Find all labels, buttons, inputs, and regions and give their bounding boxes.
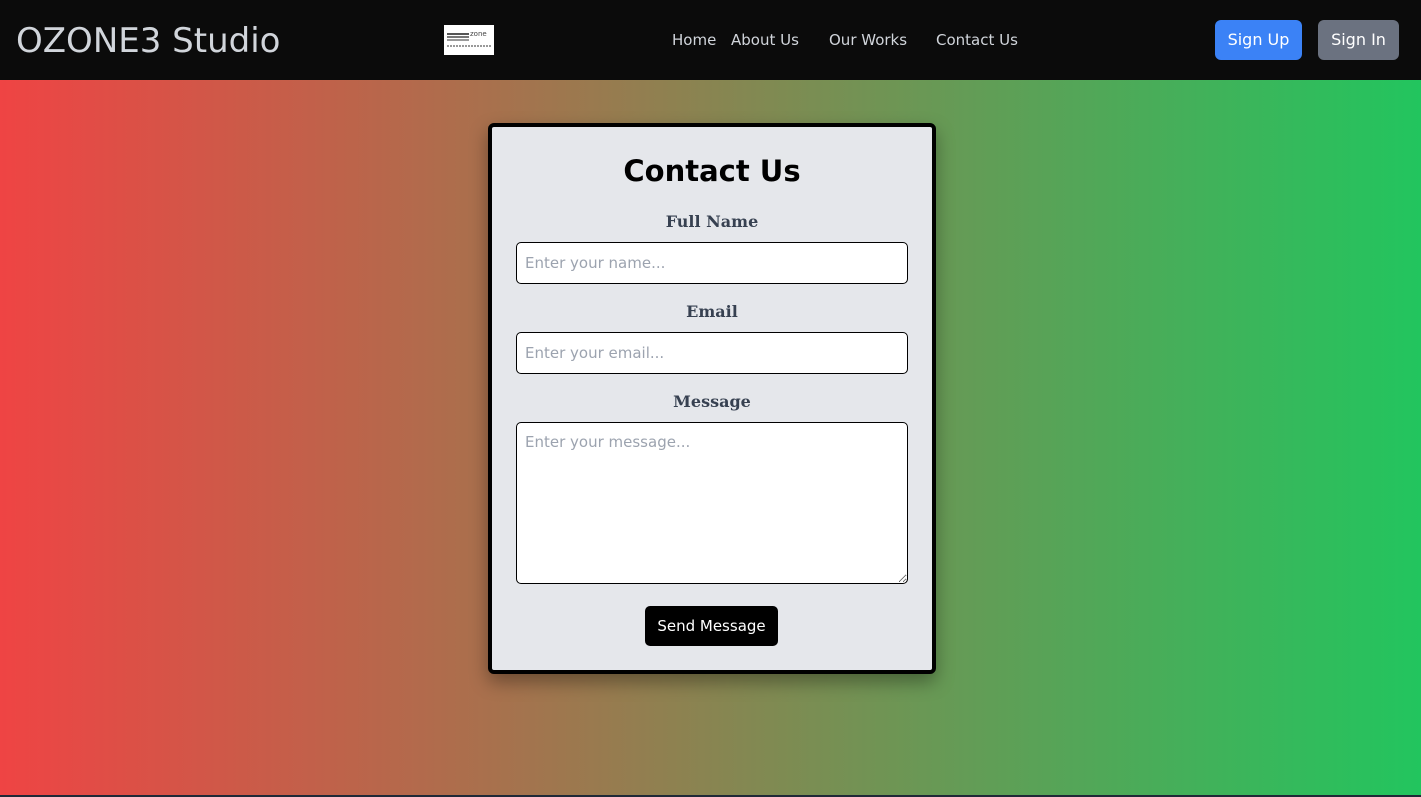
logo-stripe <box>447 33 469 35</box>
nav-link-home[interactable]: Home <box>672 30 716 50</box>
ozone-logo-icon[interactable]: zone <box>444 25 494 55</box>
send-message-button[interactable]: Send Message <box>645 606 778 646</box>
logo-stripe <box>447 36 469 38</box>
message-label: Message <box>673 392 751 411</box>
logo-text: zone <box>470 30 487 38</box>
full-name-label: Full Name <box>665 212 759 231</box>
nav-link-works[interactable]: Our Works <box>829 30 907 50</box>
logo-subtext <box>447 45 491 47</box>
sign-up-button[interactable]: Sign Up <box>1215 20 1302 60</box>
message-textarea[interactable] <box>516 422 908 584</box>
contact-form-title: Contact Us <box>623 154 801 188</box>
sign-in-button[interactable]: Sign In <box>1318 20 1399 60</box>
contact-form-card: Contact Us Full Name Email Message Send … <box>488 123 936 674</box>
brand-title[interactable]: OZONE3 Studio <box>16 19 280 63</box>
email-label: Email <box>686 302 738 321</box>
nav-link-about[interactable]: About Us <box>731 30 799 50</box>
email-input[interactable] <box>516 332 908 374</box>
top-navbar: OZONE3 Studio zone Home About Us Our Wor… <box>0 0 1421 80</box>
nav-link-contact[interactable]: Contact Us <box>936 30 1018 50</box>
logo-stripe <box>447 39 469 41</box>
full-name-input[interactable] <box>516 242 908 284</box>
